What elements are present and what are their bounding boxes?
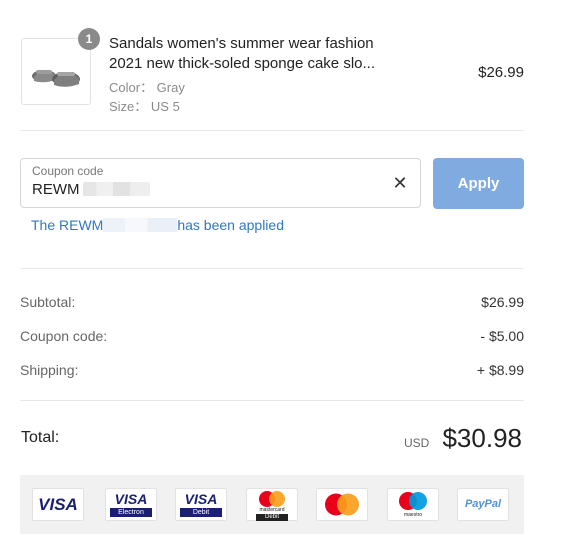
mastercard-card-icon (316, 488, 368, 521)
mastercard-debit-text: mastercard (259, 507, 285, 513)
maestro-card-icon: maestro (387, 488, 439, 521)
product-title[interactable]: Sandals women's summer wear fashion 2021… (109, 34, 389, 74)
visa-debit-sub-text: Debit (180, 508, 222, 517)
visa-electron-sub-text: Electron (110, 508, 152, 517)
maestro-circles-icon (399, 492, 427, 510)
product-thumbnail[interactable] (21, 38, 91, 105)
quantity-badge: 1 (78, 28, 100, 50)
divider (20, 130, 524, 131)
coupon-discount-row: Coupon code: - $5.00 (20, 328, 524, 344)
coupon-input-value[interactable]: REWM (32, 181, 80, 198)
product-size: Size： US 5 (109, 99, 180, 114)
visa-debit-card-icon: VISA Debit (175, 488, 227, 521)
visa-card-icon: VISA (32, 488, 84, 521)
coupon-applied-message: The REWM has been applied (31, 217, 284, 233)
coupon-discount-value: - $5.00 (480, 328, 524, 344)
product-price: $26.99 (478, 64, 524, 81)
shipping-label: Shipping: (20, 362, 79, 378)
close-icon[interactable]: ✕ (390, 173, 410, 193)
payment-methods: VISA VISA Electron VISA Debit mastercard… (20, 475, 524, 534)
total-currency: USD (404, 436, 430, 450)
coupon-discount-label: Coupon code: (20, 328, 108, 344)
visa-logo-text: VISA (38, 495, 78, 514)
redacted-code (103, 218, 178, 232)
visa-electron-card-icon: VISA Electron (105, 488, 157, 521)
paypal-logo-text: PayPal (464, 498, 502, 510)
visa-electron-logo-text: VISA (114, 491, 148, 507)
redacted-code (83, 182, 150, 196)
mastercard-debit-sub: Debit (256, 514, 288, 521)
subtotal-label: Subtotal: (20, 294, 76, 310)
paypal-card-icon: PayPal (457, 488, 509, 521)
maestro-logo-text: maestro (403, 512, 423, 518)
total-label: Total: (21, 429, 60, 446)
subtotal-row: Subtotal: $26.99 (20, 294, 524, 310)
shipping-value: + $8.99 (476, 362, 524, 378)
apply-button[interactable]: Apply (433, 158, 524, 209)
mastercard-logo-icon (325, 493, 359, 516)
product-color: Color： Gray (109, 80, 185, 95)
coupon-applied-suffix: has been applied (177, 217, 284, 233)
divider (20, 400, 524, 401)
divider (20, 268, 524, 269)
subtotal-value: $26.99 (481, 294, 524, 310)
shipping-row: Shipping: + $8.99 (20, 362, 524, 378)
coupon-applied-prefix: The REWM (31, 217, 104, 233)
coupon-input[interactable]: Coupon code REWM ✕ (20, 158, 421, 208)
visa-debit-logo-text: VISA (184, 491, 218, 507)
mastercard-debit-card-icon: mastercard Debit (246, 488, 298, 521)
cart-item: 1 Sandals women's summer wear fashion 20… (21, 28, 524, 118)
total-amount: $30.98 (442, 423, 522, 453)
mastercard-circles-icon (259, 491, 285, 507)
sandal-image-icon (32, 70, 80, 87)
coupon-input-label: Coupon code (32, 164, 104, 178)
